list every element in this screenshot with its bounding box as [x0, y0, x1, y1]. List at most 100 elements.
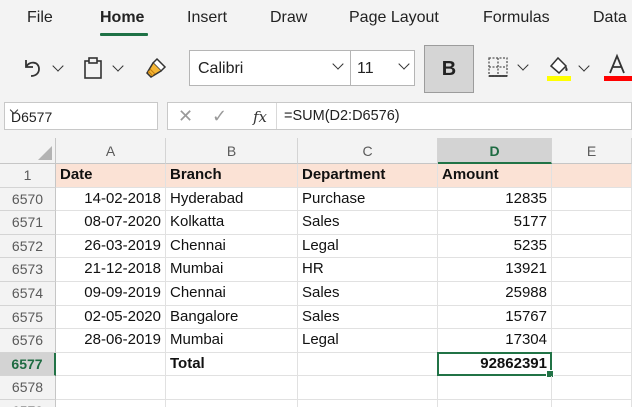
formula-bar: D6577 ✕ ✓ fx =SUM(D2:D6576): [0, 98, 632, 134]
cell-branch[interactable]: Bangalore: [166, 305, 298, 330]
paste-button[interactable]: [82, 56, 124, 80]
header-cell-empty[interactable]: [552, 164, 632, 188]
font-size-dropdown[interactable]: 11: [351, 50, 415, 86]
tab-data[interactable]: Data: [593, 9, 627, 27]
row-header[interactable]: 6571: [0, 211, 56, 235]
cell-empty[interactable]: [552, 234, 632, 259]
tab-home[interactable]: Home: [100, 9, 144, 27]
cell-date[interactable]: 26-03-2019: [56, 234, 166, 259]
select-all-button[interactable]: [0, 138, 56, 164]
font-color-button[interactable]: [604, 53, 632, 83]
cell-date[interactable]: 08-07-2020: [56, 211, 166, 235]
cell-branch[interactable]: Mumbai: [166, 329, 298, 353]
header-cell-branch[interactable]: Branch: [166, 164, 298, 188]
column-header-a[interactable]: A: [56, 138, 166, 164]
cell-department[interactable]: Sales: [298, 282, 438, 306]
row-header[interactable]: 6572: [0, 234, 56, 259]
cancel-icon[interactable]: ✕: [178, 106, 193, 127]
cell-empty[interactable]: [298, 352, 438, 377]
cell-empty[interactable]: [552, 329, 632, 353]
cell-empty[interactable]: [56, 376, 166, 400]
cell-department[interactable]: Sales: [298, 305, 438, 330]
cell-date[interactable]: 02-05-2020: [56, 305, 166, 330]
cell-empty[interactable]: [298, 376, 438, 400]
cell-empty[interactable]: [298, 400, 438, 407]
cell-amount[interactable]: 12835: [438, 187, 552, 212]
cell-department[interactable]: Sales: [298, 211, 438, 235]
row-header[interactable]: 6574: [0, 282, 56, 306]
column-header-b[interactable]: B: [166, 138, 298, 164]
cell-branch[interactable]: Kolkatta: [166, 211, 298, 235]
cell-amount[interactable]: 13921: [438, 258, 552, 282]
formula-input[interactable]: =SUM(D2:D6576): [284, 108, 400, 124]
cell-amount[interactable]: 5177: [438, 211, 552, 235]
cell-department[interactable]: Purchase: [298, 187, 438, 212]
tab-formulas[interactable]: Formulas: [483, 9, 550, 27]
row-header[interactable]: 6579: [0, 400, 56, 407]
row-header[interactable]: 6576: [0, 329, 56, 353]
format-painter-button[interactable]: [143, 55, 169, 81]
header-cell-department[interactable]: Department: [298, 164, 438, 188]
row-header[interactable]: 6570: [0, 187, 56, 212]
cell-amount[interactable]: 17304: [438, 329, 552, 353]
ribbon-home: Calibri 11 B: [0, 40, 632, 98]
column-header-c[interactable]: C: [298, 138, 438, 164]
cell-empty[interactable]: [552, 376, 632, 400]
cell-department[interactable]: Legal: [298, 329, 438, 353]
total-amount-cell[interactable]: 92862391: [438, 352, 552, 377]
row-header[interactable]: 6577: [0, 352, 56, 377]
cell-branch[interactable]: Chennai: [166, 234, 298, 259]
name-box[interactable]: D6577: [4, 102, 158, 130]
column-header-e[interactable]: E: [552, 138, 632, 164]
cell-empty[interactable]: [552, 400, 632, 407]
font-color-icon: [604, 53, 632, 81]
font-name-value: Calibri: [198, 60, 244, 77]
column-header-d[interactable]: D: [438, 138, 552, 164]
cell-empty[interactable]: [552, 211, 632, 235]
formula-bar-divider: [276, 103, 277, 129]
row-header[interactable]: 6573: [0, 258, 56, 282]
bold-button[interactable]: B: [424, 45, 474, 93]
cell-empty[interactable]: [552, 187, 632, 212]
cell-empty[interactable]: [166, 376, 298, 400]
total-label-cell[interactable]: Total: [166, 352, 298, 377]
cell-empty[interactable]: [552, 352, 632, 377]
cell-department[interactable]: HR: [298, 258, 438, 282]
tab-draw[interactable]: Draw: [270, 9, 307, 27]
cell-empty[interactable]: [552, 282, 632, 306]
cell-empty[interactable]: [438, 376, 552, 400]
cell-empty[interactable]: [552, 258, 632, 282]
cell-empty[interactable]: [56, 352, 166, 377]
cell-branch[interactable]: Chennai: [166, 282, 298, 306]
worksheet-grid: A B C D E 1 Date Branch Department Amount 657…: [0, 138, 632, 407]
cell-empty[interactable]: [552, 305, 632, 330]
cell-date[interactable]: 21-12-2018: [56, 258, 166, 282]
cell-amount[interactable]: 15767: [438, 305, 552, 330]
cell-branch[interactable]: Hyderabad: [166, 187, 298, 212]
cell-empty[interactable]: [56, 400, 166, 407]
borders-button[interactable]: [487, 56, 529, 78]
row-header[interactable]: 6575: [0, 305, 56, 330]
cell-empty[interactable]: [166, 400, 298, 407]
tab-file[interactable]: File: [27, 9, 53, 27]
cell-amount[interactable]: 5235: [438, 234, 552, 259]
cell-date[interactable]: 14-02-2018: [56, 187, 166, 212]
cell-branch[interactable]: Mumbai: [166, 258, 298, 282]
cell-empty[interactable]: [438, 400, 552, 407]
header-cell-date[interactable]: Date: [56, 164, 166, 188]
tab-page-layout[interactable]: Page Layout: [349, 9, 439, 27]
header-cell-amount[interactable]: Amount: [438, 164, 552, 188]
font-name-dropdown[interactable]: Calibri: [189, 50, 351, 86]
cell-date[interactable]: 28-06-2019: [56, 329, 166, 353]
tab-insert[interactable]: Insert: [187, 9, 227, 27]
enter-icon[interactable]: ✓: [212, 106, 227, 127]
undo-button[interactable]: [20, 56, 64, 80]
cell-date[interactable]: 09-09-2019: [56, 282, 166, 306]
insert-function-button[interactable]: fx: [253, 108, 267, 126]
cell-department[interactable]: Legal: [298, 234, 438, 259]
row-header[interactable]: 6578: [0, 376, 56, 400]
cell-amount[interactable]: 25988: [438, 282, 552, 306]
row-header[interactable]: 1: [0, 164, 56, 188]
fill-color-button[interactable]: [546, 53, 590, 83]
paintbrush-icon: [146, 57, 167, 78]
